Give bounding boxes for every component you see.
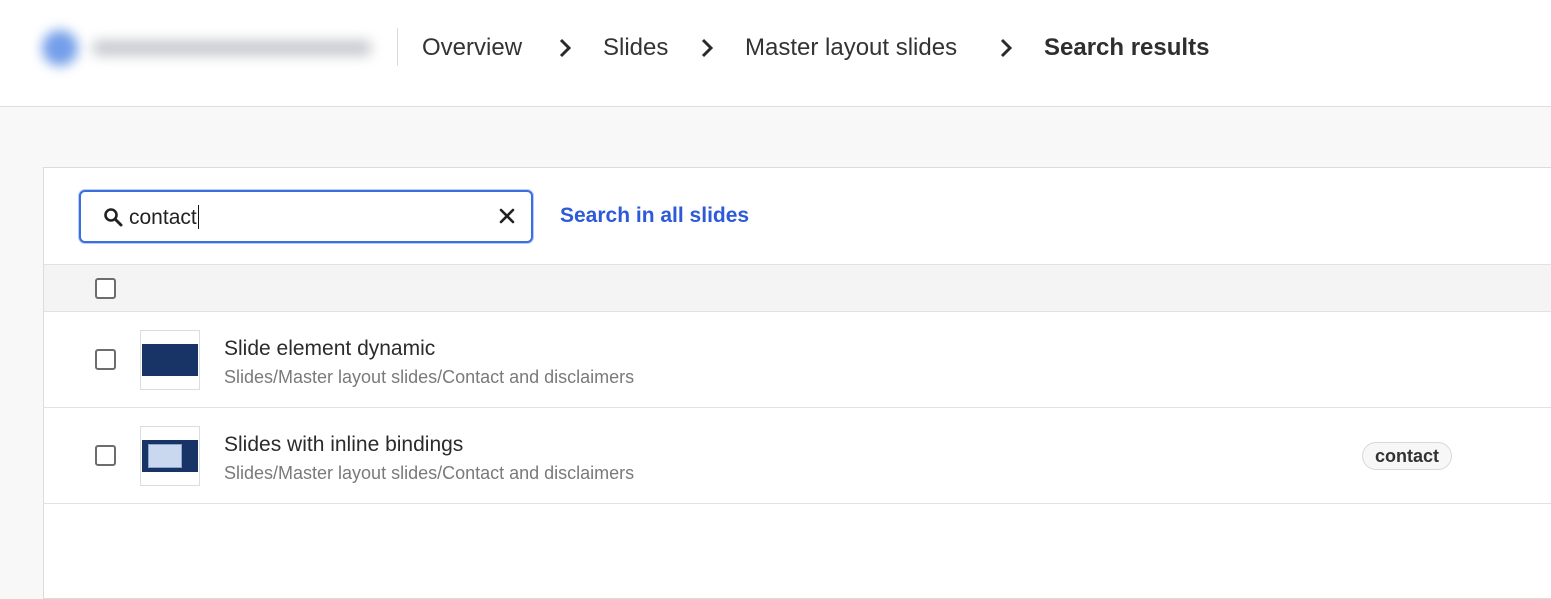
results-header-row bbox=[44, 264, 1551, 312]
result-row[interactable]: Slide element dynamic Slides/Master layo… bbox=[44, 312, 1551, 408]
result-title[interactable]: Slide element dynamic bbox=[224, 336, 435, 362]
row-checkbox[interactable] bbox=[95, 445, 116, 466]
app-logo[interactable] bbox=[26, 10, 386, 86]
breadcrumb-master-layout-slides[interactable]: Master layout slides bbox=[745, 33, 957, 63]
logo-wordmark bbox=[92, 40, 372, 56]
thumbnail-content-box bbox=[148, 444, 182, 468]
select-all-checkbox[interactable] bbox=[95, 278, 116, 299]
search-input[interactable]: contact bbox=[79, 190, 533, 243]
header-divider bbox=[397, 28, 398, 66]
search-query-text[interactable]: contact bbox=[129, 205, 199, 230]
search-icon bbox=[104, 208, 123, 227]
chevron-right-icon bbox=[1000, 38, 1013, 58]
thumbnail-band bbox=[142, 344, 198, 376]
keyword-tag: contact bbox=[1362, 442, 1453, 470]
breadcrumb-overview[interactable]: Overview bbox=[422, 33, 522, 63]
breadcrumb-slides[interactable]: Slides bbox=[603, 33, 668, 63]
result-path: Slides/Master layout slides/Contact and … bbox=[224, 367, 635, 387]
chevron-right-icon bbox=[701, 38, 714, 58]
close-icon[interactable] bbox=[499, 208, 515, 224]
slide-thumbnail bbox=[140, 330, 200, 390]
row-checkbox[interactable] bbox=[95, 349, 116, 370]
chevron-right-icon bbox=[559, 38, 572, 58]
top-header: Overview Slides Master layout slides Sea… bbox=[0, 0, 1551, 107]
logo-mark bbox=[42, 30, 78, 66]
breadcrumb-current: Search results bbox=[1044, 34, 1210, 61]
result-title[interactable]: Slides with inline bindings bbox=[224, 432, 463, 458]
text-caret bbox=[197, 205, 199, 229]
result-row[interactable]: Slides with inline bindings Slides/Maste… bbox=[44, 408, 1551, 504]
slide-thumbnail bbox=[140, 426, 200, 486]
result-path: Slides/Master layout slides/Contact and … bbox=[224, 463, 635, 483]
thumbnail-band bbox=[142, 440, 198, 472]
search-in-all-slides-link[interactable]: Search in all slides bbox=[560, 203, 749, 229]
